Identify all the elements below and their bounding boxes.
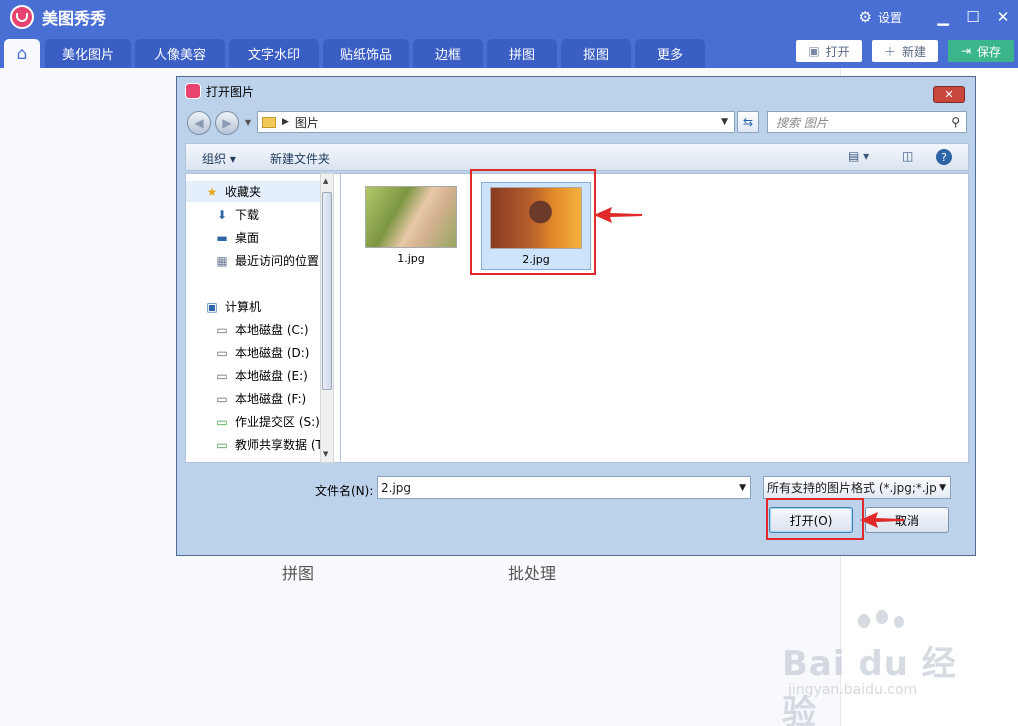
tab-collage[interactable]: 拼图 bbox=[487, 39, 557, 68]
open-image-dialog: 打开图片 ✕ ◀ ▶ ▼ ▶ 图片 ▼ ⇆ 搜索 图片 ⚲ 组织 ▾ 新建文件夹… bbox=[176, 76, 976, 556]
tab-stickers[interactable]: 贴纸饰品 bbox=[323, 39, 409, 68]
app-logo-icon bbox=[10, 5, 34, 29]
tab-portrait[interactable]: 人像美容 bbox=[135, 39, 225, 68]
recent-places-icon: ▦ bbox=[216, 253, 228, 268]
network-drive-icon: ▭ bbox=[216, 414, 228, 429]
nav-drive-e[interactable]: ▭ 本地磁盘 (E:) bbox=[214, 365, 307, 386]
paw-icon bbox=[876, 610, 888, 624]
drive-icon: ▭ bbox=[216, 368, 228, 383]
filename-label: 文件名(N): bbox=[315, 484, 374, 498]
tab-text-watermark[interactable]: 文字水印 bbox=[229, 39, 319, 68]
chevron-down-icon[interactable]: ▼ bbox=[739, 483, 746, 493]
drive-icon: ▭ bbox=[216, 391, 228, 406]
gear-icon: ⚙ bbox=[858, 8, 872, 26]
address-path: 图片 bbox=[294, 115, 319, 130]
paw-icon bbox=[858, 614, 870, 628]
save-button[interactable]: ⇥ 保存 bbox=[948, 40, 1014, 62]
nav-favorites[interactable]: ★ 收藏夹 bbox=[186, 181, 328, 202]
thumbnail-image bbox=[365, 186, 457, 248]
drive-icon: ▭ bbox=[216, 345, 228, 360]
chevron-down-icon[interactable]: ▼ bbox=[939, 482, 946, 493]
settings-button[interactable]: ⚙ 设置 bbox=[859, 8, 902, 26]
batch-label[interactable]: 批处理 bbox=[508, 560, 556, 584]
app-title: 美图秀秀 bbox=[42, 9, 107, 28]
scroll-up-icon[interactable]: ▲ bbox=[323, 177, 328, 185]
navigation-row: ◀ ▶ ▼ ▶ 图片 ▼ ⇆ 搜索 图片 ⚲ bbox=[177, 109, 975, 137]
filename-field[interactable]: 2.jpg ▼ bbox=[377, 476, 751, 499]
watermark-brand: Bai du 经验 bbox=[782, 644, 957, 726]
watermark-url: jingyan.baidu.com bbox=[788, 682, 918, 698]
dialog-titlebar: 打开图片 ✕ bbox=[177, 77, 975, 105]
folder-icon bbox=[262, 116, 276, 128]
nav-drive-s[interactable]: ▭ 作业提交区 (S:) bbox=[214, 411, 320, 432]
navigation-pane: ★ 收藏夹 ⬇ 下载 ▬ 桌面 ▦ 最近访问的位置 ▣ 计算机 ▭ 本地磁盘 (… bbox=[185, 173, 340, 463]
nav-drive-f[interactable]: ▭ 本地磁盘 (F:) bbox=[214, 388, 306, 409]
nav-desktop[interactable]: ▬ 桌面 bbox=[214, 227, 259, 248]
search-input[interactable]: 搜索 图片 ⚲ bbox=[767, 111, 967, 133]
app-titlebar: 美图秀秀 ⚙ 设置 ▁ ☐ ✕ bbox=[0, 0, 1018, 34]
breadcrumb-arrow-icon: ▶ bbox=[282, 117, 289, 127]
nav-scrollbar[interactable]: ▲ ▼ bbox=[320, 173, 334, 463]
view-icon[interactable]: ▤ ▾ bbox=[848, 149, 869, 163]
address-bar[interactable]: ▶ 图片 ▼ bbox=[257, 111, 735, 133]
dialog-title: 打开图片 bbox=[206, 84, 255, 99]
open-button[interactable]: ▣ 打开 bbox=[796, 40, 862, 62]
close-icon[interactable]: ✕ bbox=[988, 8, 1018, 26]
computer-icon: ▣ bbox=[206, 299, 218, 314]
highlight-box-open bbox=[766, 498, 864, 540]
image-icon: ▣ bbox=[808, 44, 820, 58]
dialog-close-icon[interactable]: ✕ bbox=[933, 86, 965, 103]
chevron-down-icon[interactable]: ▼ bbox=[721, 117, 728, 127]
app-tab-bar: ⌂ 美化图片 人像美容 文字水印 贴纸饰品 边框 拼图 抠图 更多 ▣ 打开 ＋… bbox=[0, 34, 1018, 68]
tab-more[interactable]: 更多 bbox=[635, 39, 705, 68]
file-item-1[interactable]: 1.jpg bbox=[356, 182, 466, 270]
nav-downloads[interactable]: ⬇ 下载 bbox=[214, 204, 259, 225]
maximize-icon[interactable]: ☐ bbox=[958, 8, 988, 26]
history-dropdown-icon[interactable]: ▼ bbox=[245, 118, 251, 127]
system-drive-icon: ▭ bbox=[216, 322, 228, 337]
app-small-icon bbox=[185, 83, 201, 99]
file-name: 1.jpg bbox=[397, 252, 425, 265]
nav-computer[interactable]: ▣ 计算机 bbox=[204, 296, 261, 317]
scroll-thumb[interactable] bbox=[322, 192, 332, 390]
nav-drive-t[interactable]: ▭ 教师共享数据 (T: bbox=[214, 434, 325, 455]
minimize-icon[interactable]: ▁ bbox=[928, 8, 958, 26]
export-icon: ⇥ bbox=[960, 44, 972, 58]
nav-drive-d[interactable]: ▭ 本地磁盘 (D:) bbox=[214, 342, 309, 363]
settings-label: 设置 bbox=[877, 10, 902, 25]
help-icon[interactable]: ? bbox=[936, 149, 952, 165]
forward-icon[interactable]: ▶ bbox=[215, 111, 239, 135]
tab-frames[interactable]: 边框 bbox=[413, 39, 483, 68]
desktop-icon: ▬ bbox=[216, 230, 228, 245]
nav-drive-c[interactable]: ▭ 本地磁盘 (C:) bbox=[214, 319, 308, 340]
back-icon[interactable]: ◀ bbox=[187, 111, 211, 135]
search-icon: ⚲ bbox=[951, 115, 960, 129]
preview-pane-icon[interactable]: ◫ bbox=[902, 149, 913, 163]
download-folder-icon: ⬇ bbox=[216, 207, 228, 222]
collage-label[interactable]: 拼图 bbox=[282, 560, 314, 584]
plus-icon: ＋ bbox=[883, 44, 896, 59]
star-icon: ★ bbox=[206, 184, 218, 199]
paw-icon bbox=[894, 616, 904, 628]
file-list: 1.jpg 2.jpg bbox=[340, 173, 969, 463]
tab-cutout[interactable]: 抠图 bbox=[561, 39, 631, 68]
command-bar: 组织 ▾ 新建文件夹 ▤ ▾ ◫ ? bbox=[185, 143, 969, 171]
organize-menu[interactable]: 组织 ▾ bbox=[202, 150, 236, 167]
file-type-select[interactable]: 所有支持的图片格式 (*.jpg;*.jp ▼ bbox=[763, 476, 951, 499]
scroll-down-icon[interactable]: ▼ bbox=[323, 450, 328, 458]
new-button[interactable]: ＋ 新建 bbox=[872, 40, 938, 62]
annotation-arrow-file bbox=[594, 207, 642, 223]
home-icon[interactable]: ⌂ bbox=[4, 39, 40, 68]
highlight-box-file bbox=[470, 169, 596, 275]
new-folder-button[interactable]: 新建文件夹 bbox=[270, 150, 330, 167]
tab-beautify[interactable]: 美化图片 bbox=[45, 39, 131, 68]
network-drive-icon: ▭ bbox=[216, 437, 228, 452]
annotation-arrow-open bbox=[860, 512, 904, 528]
nav-recent[interactable]: ▦ 最近访问的位置 bbox=[214, 250, 319, 271]
baidu-watermark: Bai du 经验 jingyan.baidu.com bbox=[780, 610, 980, 726]
refresh-icon[interactable]: ⇆ bbox=[737, 111, 759, 133]
